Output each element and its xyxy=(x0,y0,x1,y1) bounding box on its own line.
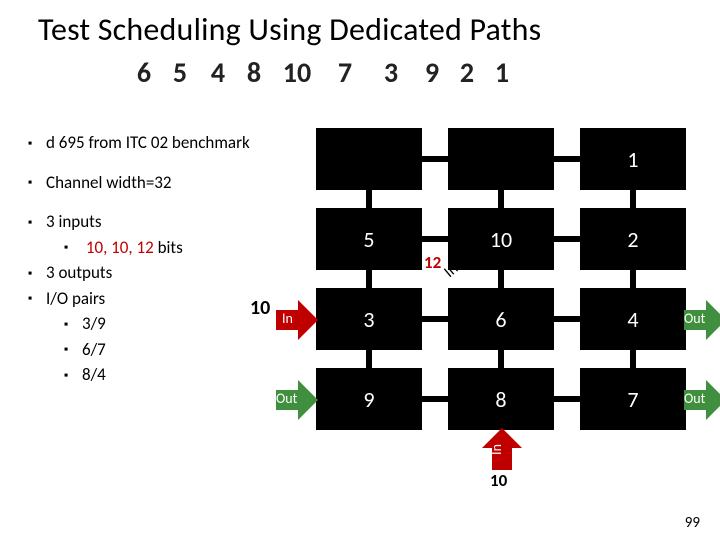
label-10-bottom: 10 xyxy=(490,470,507,491)
box-2: 2 xyxy=(580,208,686,270)
num-3: 3 xyxy=(368,55,414,90)
link-v xyxy=(498,350,504,368)
link-h xyxy=(554,156,580,162)
label-out-r3: Out xyxy=(684,310,705,327)
bits-12: 12 xyxy=(137,237,154,258)
box-4: 4 xyxy=(580,288,686,350)
link-h xyxy=(422,316,448,322)
link-h xyxy=(554,396,580,402)
link-v xyxy=(630,190,636,208)
bullet-io-pairs: I/O pairs xyxy=(28,286,250,312)
box-9: 9 xyxy=(316,368,422,430)
box-8: 8 xyxy=(448,368,554,430)
num-8: 8 xyxy=(236,55,272,90)
label-out-r4: Out xyxy=(684,390,705,407)
box-5: 5 xyxy=(316,208,422,270)
link-h xyxy=(422,396,448,402)
box-6: 6 xyxy=(448,288,554,350)
link-v xyxy=(366,190,372,208)
bits-10b: 10 xyxy=(111,237,128,258)
bullet-input-bits: 10, 10, 12 bits xyxy=(64,235,250,261)
num-1: 1 xyxy=(484,55,520,90)
box-empty-r1c1 xyxy=(316,128,422,190)
bullet-channel-width: Channel width=32 xyxy=(28,170,250,196)
link-h xyxy=(422,156,448,162)
top-number-row: 6 5 4 8 10 7 3 9 2 1 xyxy=(0,49,720,96)
label-10-side: 10 xyxy=(250,296,270,320)
num-10: 10 xyxy=(272,55,322,90)
num-6: 6 xyxy=(128,55,160,90)
bullet-outputs: 3 outputs xyxy=(28,260,250,286)
link-v xyxy=(630,270,636,288)
link-h xyxy=(554,236,580,242)
box-7: 7 xyxy=(580,368,686,430)
bullet-inputs: 3 inputs xyxy=(28,209,250,235)
num-7: 7 xyxy=(322,55,368,90)
label-in-bottom: In xyxy=(488,444,505,455)
link-v xyxy=(366,270,372,288)
diagram: 1 5 10 2 3 6 4 9 8 7 12 In 10 In Out xyxy=(290,128,710,508)
label-out-left: Out xyxy=(276,390,297,407)
link-v xyxy=(498,270,504,288)
link-v xyxy=(630,350,636,368)
num-9: 9 xyxy=(414,55,450,90)
box-10: 10 xyxy=(448,208,554,270)
bullet-list: d 695 from ITC 02 benchmark Channel widt… xyxy=(28,130,250,388)
box-1: 1 xyxy=(580,128,686,190)
badge-12: 12 xyxy=(424,252,441,273)
link-v xyxy=(498,190,504,208)
link-v xyxy=(366,350,372,368)
io-pair-2: 6/7 xyxy=(64,337,250,363)
page-number: 99 xyxy=(685,514,700,532)
box-empty-r1c2 xyxy=(448,128,554,190)
num-5: 5 xyxy=(160,55,200,90)
io-pair-3: 8/4 xyxy=(64,362,250,388)
bullet-benchmark: d 695 from ITC 02 benchmark xyxy=(28,130,250,156)
label-in-left: In xyxy=(282,310,293,327)
bits-10a: 10 xyxy=(86,237,103,258)
num-4: 4 xyxy=(200,55,236,90)
num-2: 2 xyxy=(450,55,484,90)
link-h xyxy=(422,236,448,242)
io-pair-1: 3/9 xyxy=(64,311,250,337)
page-title: Test Scheduling Using Dedicated Paths xyxy=(0,0,720,49)
box-3: 3 xyxy=(316,288,422,350)
link-h xyxy=(554,316,580,322)
